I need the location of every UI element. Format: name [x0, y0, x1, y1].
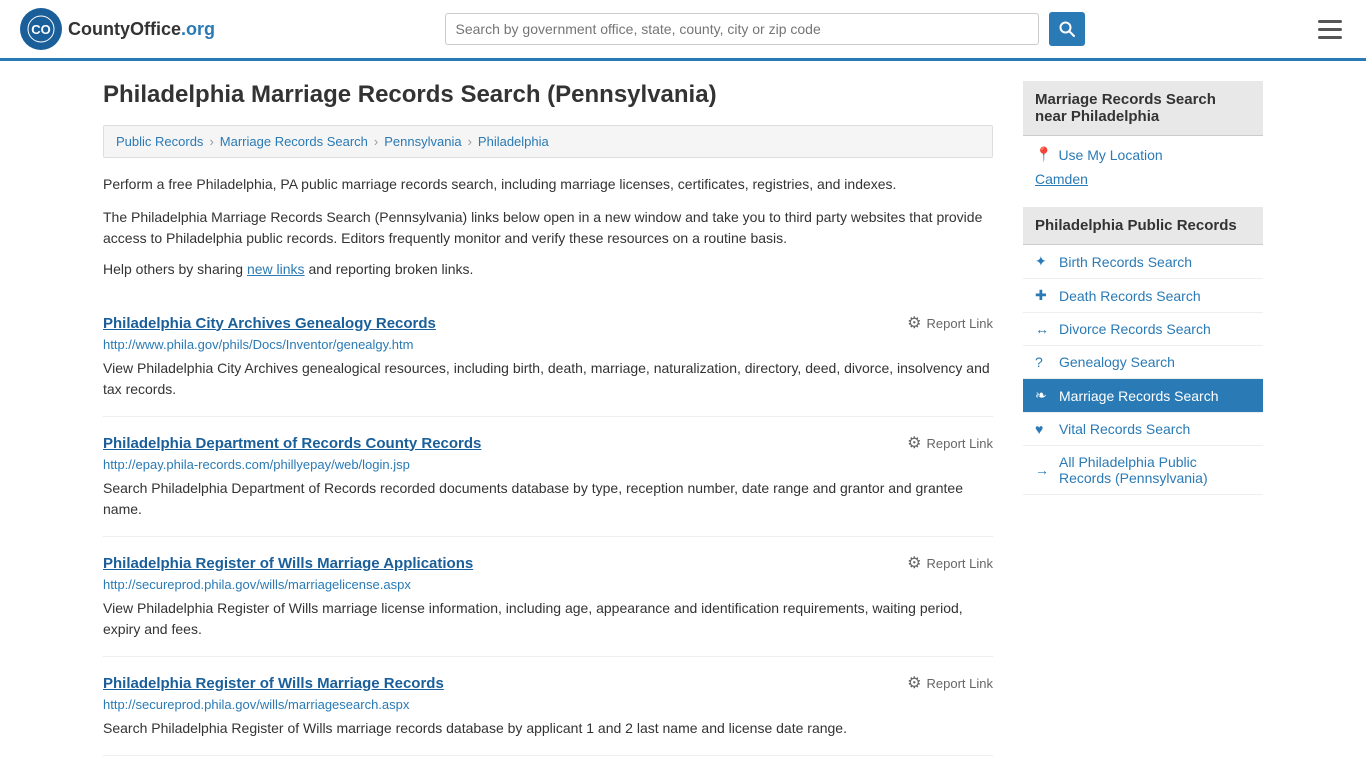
report-link-3[interactable]: ⚙ Report Link: [907, 673, 993, 693]
public-records-section: Philadelphia Public Records ✦ Birth Reco…: [1023, 207, 1263, 495]
record-url-3[interactable]: http://secureprod.phila.gov/wills/marria…: [103, 697, 993, 712]
nearby-section: Marriage Records Search near Philadelphi…: [1023, 81, 1263, 197]
sidebar-item-genealogy-search[interactable]: ? Genealogy Search: [1023, 346, 1263, 379]
search-button[interactable]: [1049, 12, 1085, 46]
record-entry: Philadelphia Register of Wills Marriage …: [103, 657, 993, 756]
menu-button[interactable]: [1314, 16, 1346, 43]
sidebar-items-list: ✦ Birth Records Search ✚ Death Records S…: [1023, 245, 1263, 495]
record-title-2[interactable]: Philadelphia Register of Wills Marriage …: [103, 555, 473, 572]
sidebar-item-birth-records-search[interactable]: ✦ Birth Records Search: [1023, 245, 1263, 279]
record-entry: Philadelphia Register of Wills Marriage …: [103, 537, 993, 657]
sidebar-link-3[interactable]: Genealogy Search: [1059, 354, 1175, 370]
sidebar-item-marriage-records-search[interactable]: ❧ Marriage Records Search: [1023, 379, 1263, 413]
breadcrumb: Public Records › Marriage Records Search…: [103, 125, 993, 158]
record-desc-3: Search Philadelphia Register of Wills ma…: [103, 718, 993, 739]
sidebar-item-divorce-records-search[interactable]: ↔ Divorce Records Search: [1023, 313, 1263, 346]
sidebar-icon-4: ❧: [1035, 387, 1051, 404]
intro-text: Perform a free Philadelphia, PA public m…: [103, 174, 993, 195]
record-entry: Philadelphia City Archives Genealogy Rec…: [103, 297, 993, 417]
svg-text:CO: CO: [31, 22, 51, 37]
record-title-3[interactable]: Philadelphia Register of Wills Marriage …: [103, 675, 444, 692]
sidebar-icon-6: →: [1035, 462, 1051, 478]
report-icon-2: ⚙: [907, 553, 921, 573]
breadcrumb-pennsylvania[interactable]: Pennsylvania: [384, 134, 461, 149]
page-title: Philadelphia Marriage Records Search (Pe…: [103, 81, 993, 109]
use-location-button[interactable]: 📍 Use My Location: [1035, 146, 1251, 163]
record-desc-0: View Philadelphia City Archives genealog…: [103, 358, 993, 400]
location-icon: 📍: [1035, 146, 1052, 163]
records-list: Philadelphia City Archives Genealogy Rec…: [103, 297, 993, 756]
sidebar-icon-5: ♥: [1035, 421, 1051, 437]
sidebar-link-5[interactable]: Vital Records Search: [1059, 421, 1190, 437]
record-desc-2: View Philadelphia Register of Wills marr…: [103, 598, 993, 640]
sidebar-icon-2: ↔: [1035, 321, 1051, 337]
sidebar-item-death-records-search[interactable]: ✚ Death Records Search: [1023, 279, 1263, 313]
record-title-1[interactable]: Philadelphia Department of Records Count…: [103, 435, 481, 452]
report-link-1[interactable]: ⚙ Report Link: [907, 433, 993, 453]
sidebar-item-vital-records-search[interactable]: ♥ Vital Records Search: [1023, 413, 1263, 446]
nearby-header: Marriage Records Search near Philadelphi…: [1023, 81, 1263, 136]
help-text: Help others by sharing new links and rep…: [103, 261, 993, 277]
report-link-2[interactable]: ⚙ Report Link: [907, 553, 993, 573]
record-url-0[interactable]: http://www.phila.gov/phils/Docs/Inventor…: [103, 337, 993, 352]
breadcrumb-philadelphia[interactable]: Philadelphia: [478, 134, 549, 149]
sidebar-link-6[interactable]: All Philadelphia Public Records (Pennsyl…: [1059, 454, 1251, 486]
public-records-header: Philadelphia Public Records: [1023, 207, 1263, 245]
record-desc-1: Search Philadelphia Department of Record…: [103, 478, 993, 520]
sidebar: Marriage Records Search near Philadelphi…: [1023, 81, 1263, 756]
record-entry: Philadelphia Department of Records Count…: [103, 417, 993, 537]
logo-icon: CO: [20, 8, 62, 50]
logo-text: CountyOffice.org: [68, 19, 215, 40]
sidebar-link-0[interactable]: Birth Records Search: [1059, 254, 1192, 270]
record-url-1[interactable]: http://epay.phila-records.com/phillyepay…: [103, 457, 993, 472]
report-icon-3: ⚙: [907, 673, 921, 693]
sidebar-link-1[interactable]: Death Records Search: [1059, 288, 1201, 304]
camden-link[interactable]: Camden: [1035, 171, 1251, 187]
breadcrumb-marriage-records[interactable]: Marriage Records Search: [220, 134, 368, 149]
sidebar-icon-3: ?: [1035, 354, 1051, 370]
breadcrumb-public-records[interactable]: Public Records: [116, 134, 203, 149]
sidebar-link-4[interactable]: Marriage Records Search: [1059, 388, 1219, 404]
sidebar-item-all-philadelphia-public-records-(pennsylvania)[interactable]: → All Philadelphia Public Records (Penns…: [1023, 446, 1263, 495]
logo[interactable]: CO CountyOffice.org: [20, 8, 215, 50]
report-icon-1: ⚙: [907, 433, 921, 453]
intro-text-2: The Philadelphia Marriage Records Search…: [103, 207, 993, 249]
record-title-0[interactable]: Philadelphia City Archives Genealogy Rec…: [103, 315, 436, 332]
sidebar-icon-1: ✚: [1035, 287, 1051, 304]
record-url-2[interactable]: http://secureprod.phila.gov/wills/marria…: [103, 577, 993, 592]
search-input[interactable]: [445, 13, 1039, 45]
sidebar-link-2[interactable]: Divorce Records Search: [1059, 321, 1211, 337]
report-link-0[interactable]: ⚙ Report Link: [907, 313, 993, 333]
new-links[interactable]: new links: [247, 261, 305, 277]
sidebar-icon-0: ✦: [1035, 253, 1051, 270]
location-section: 📍 Use My Location Camden: [1023, 136, 1263, 197]
report-icon-0: ⚙: [907, 313, 921, 333]
